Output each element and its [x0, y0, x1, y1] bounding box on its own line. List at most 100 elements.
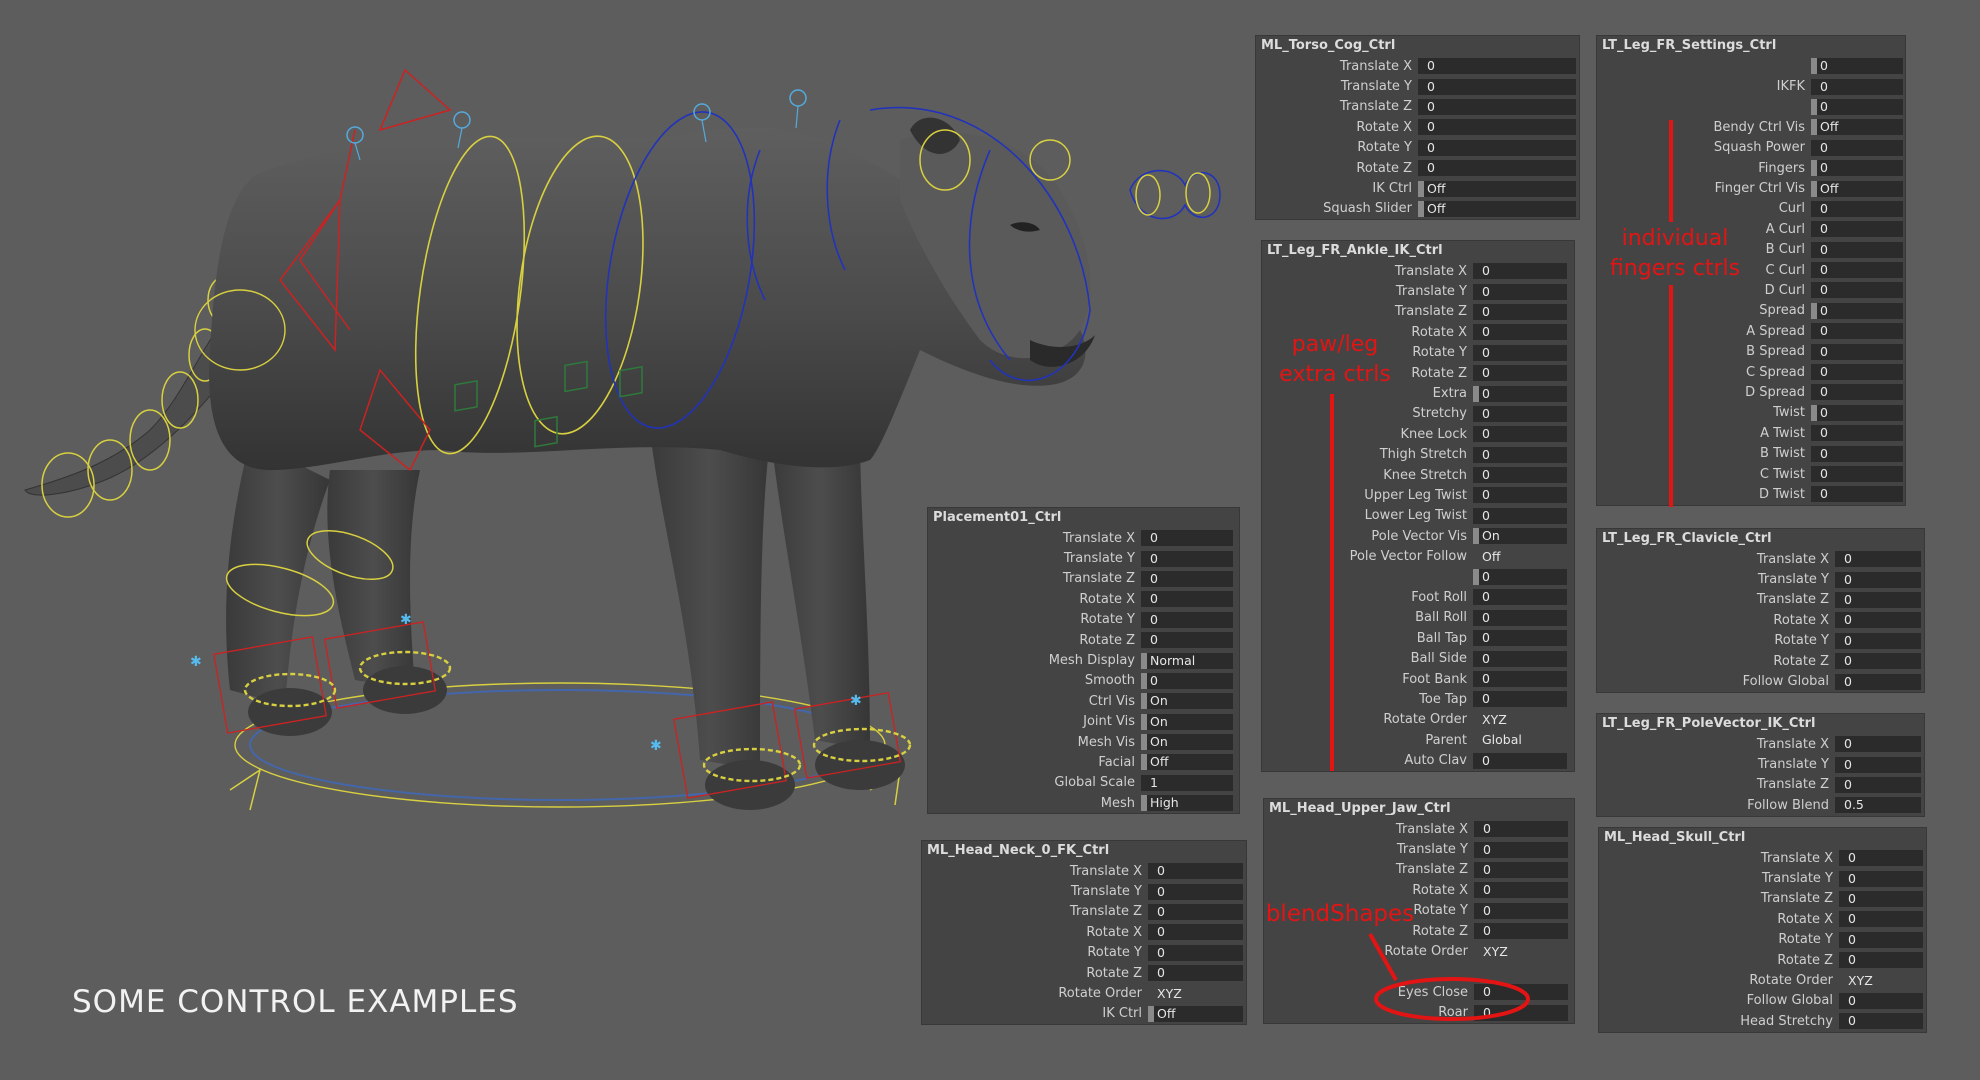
- channel-row[interactable]: Ball Roll 0: [1262, 608, 1574, 628]
- channel-row[interactable]: Translate Z 0: [1264, 860, 1574, 880]
- channel-row[interactable]: Toe Tap 0: [1262, 689, 1574, 709]
- channel-row[interactable]: 0: [1262, 567, 1574, 587]
- channel-value-field[interactable]: 0: [1811, 466, 1903, 482]
- channel-row[interactable]: Rotate Order XYZ: [1262, 710, 1574, 730]
- channel-value-field[interactable]: Off: [1141, 754, 1233, 771]
- channel-row[interactable]: Squash Power 0: [1597, 138, 1905, 158]
- channel-row[interactable]: C Twist 0: [1597, 464, 1905, 484]
- channel-row[interactable]: Translate Y 0: [922, 881, 1246, 901]
- channel-row[interactable]: Rotate Z 0: [928, 630, 1239, 650]
- channel-row[interactable]: Translate X 0: [1264, 819, 1574, 839]
- channel-value-field[interactable]: 0: [1811, 98, 1903, 115]
- channel-row[interactable]: Rotate Y 0: [1599, 930, 1926, 950]
- channel-row[interactable]: Rotate Z 0: [1597, 651, 1924, 671]
- channel-row[interactable]: Rotate Z 0: [1599, 950, 1926, 970]
- channel-value-field[interactable]: 0: [1418, 78, 1576, 95]
- channel-row[interactable]: Rotate X 0: [1597, 610, 1924, 630]
- channel-value-field[interactable]: 0: [1835, 612, 1921, 629]
- channel-row[interactable]: D Spread 0: [1597, 382, 1905, 402]
- channel-row[interactable]: Thigh Stretch 0: [1262, 445, 1574, 465]
- channel-row[interactable]: Head Stretchy 0: [1599, 1011, 1926, 1031]
- channel-value-field[interactable]: 0: [1148, 883, 1243, 900]
- channel-value-field[interactable]: Off: [1473, 548, 1567, 565]
- channel-row[interactable]: Translate Y 0: [1262, 281, 1574, 301]
- channel-value-field[interactable]: Normal: [1141, 652, 1233, 669]
- channel-value-field[interactable]: 0: [1811, 241, 1903, 258]
- channel-value-field[interactable]: 0: [1811, 486, 1903, 503]
- channel-row[interactable]: Translate Z 0: [1262, 302, 1574, 322]
- channel-value-field[interactable]: 0: [1474, 841, 1568, 858]
- channel-value-field[interactable]: 0: [1811, 425, 1903, 442]
- channel-row[interactable]: Translate X 0: [1256, 56, 1579, 76]
- channel-value-field[interactable]: 0: [1148, 944, 1243, 961]
- channel-row[interactable]: Ball Side 0: [1262, 648, 1574, 668]
- channel-row[interactable]: Rotate X 0: [928, 589, 1239, 609]
- channel-value-field[interactable]: 0: [1418, 119, 1576, 136]
- channel-value-field[interactable]: 0: [1141, 591, 1233, 608]
- channel-row[interactable]: Translate Y 0: [1597, 754, 1924, 774]
- channel-value-field[interactable]: 0: [1473, 303, 1567, 320]
- channel-value-field[interactable]: 0: [1473, 446, 1567, 463]
- channel-value-field[interactable]: 0: [1474, 882, 1568, 899]
- channel-value-field[interactable]: 0: [1473, 385, 1567, 402]
- channel-value-field[interactable]: 0: [1473, 365, 1567, 382]
- channel-row[interactable]: Rotate Z 0: [922, 963, 1246, 983]
- channel-row[interactable]: Rotate Z 0: [1256, 158, 1579, 178]
- channel-value-field[interactable]: XYZ: [1473, 711, 1567, 728]
- channel-row[interactable]: Translate X 0: [1262, 261, 1574, 281]
- channel-value-field[interactable]: On: [1141, 713, 1233, 730]
- channel-row[interactable]: Curl 0: [1597, 199, 1905, 219]
- channel-value-field[interactable]: 0: [1835, 591, 1921, 608]
- eye-aim-control[interactable]: [1129, 169, 1221, 220]
- placement-ground-ring[interactable]: [229, 682, 901, 811]
- channel-value-field[interactable]: 0: [1839, 850, 1923, 867]
- channel-row[interactable]: A Twist 0: [1597, 423, 1905, 443]
- channel-row[interactable]: Rotate Y 0: [1597, 631, 1924, 651]
- channel-row[interactable]: Rotate X 0: [1599, 909, 1926, 929]
- channel-value-field[interactable]: 0: [1835, 756, 1921, 773]
- channel-row[interactable]: Rotate Y 0: [928, 610, 1239, 630]
- channel-value-field[interactable]: 0: [1418, 139, 1576, 156]
- channel-value-field[interactable]: On: [1141, 734, 1233, 751]
- channel-value-field[interactable]: Off: [1811, 180, 1903, 197]
- channel-row[interactable]: Lower Leg Twist 0: [1262, 506, 1574, 526]
- channel-row[interactable]: Stretchy 0: [1262, 404, 1574, 424]
- channel-value-field[interactable]: 0: [1473, 671, 1567, 687]
- channel-row[interactable]: Rotate Y 0: [1256, 138, 1579, 158]
- channel-value-field[interactable]: 0: [1811, 139, 1903, 156]
- channel-row[interactable]: Foot Roll 0: [1262, 587, 1574, 607]
- channel-value-field[interactable]: 0: [1141, 570, 1233, 587]
- channel-row[interactable]: Rotate X 0: [1256, 117, 1579, 137]
- channel-value-field[interactable]: 0: [1835, 653, 1921, 670]
- channel-value-field[interactable]: 1: [1141, 774, 1233, 791]
- channel-value-field[interactable]: 0: [1811, 78, 1903, 95]
- channel-value-field[interactable]: 0: [1148, 903, 1243, 920]
- channel-value-field[interactable]: 0: [1473, 283, 1567, 300]
- channel-row[interactable]: Translate Z 0: [928, 569, 1239, 589]
- channel-row[interactable]: Translate Y 0: [1597, 569, 1924, 589]
- channel-value-field[interactable]: 0: [1835, 632, 1921, 649]
- channel-row[interactable]: Follow Global 0: [1597, 671, 1924, 691]
- channel-value-field[interactable]: 0: [1473, 487, 1567, 504]
- channel-row[interactable]: Translate Z 0: [1597, 590, 1924, 610]
- channel-value-field[interactable]: 0: [1811, 404, 1903, 421]
- channel-row[interactable]: Translate Z 0: [922, 902, 1246, 922]
- channel-row[interactable]: A Spread 0: [1597, 321, 1905, 341]
- channel-row[interactable]: Rotate X 0: [1264, 880, 1574, 900]
- channel-row[interactable]: Translate Y 0: [1256, 76, 1579, 96]
- channel-value-field[interactable]: 0: [1473, 691, 1567, 708]
- channel-row[interactable]: Facial Off: [928, 752, 1239, 772]
- channel-row[interactable]: Auto Clav 0: [1262, 750, 1574, 770]
- channel-row[interactable]: Translate Y 0: [1599, 868, 1926, 888]
- channel-row[interactable]: Finger Ctrl Vis Off: [1597, 178, 1905, 198]
- channel-value-field[interactable]: 0: [1148, 863, 1243, 880]
- channel-value-field[interactable]: 0: [1811, 302, 1903, 319]
- channel-value-field[interactable]: 0: [1473, 467, 1567, 484]
- channel-value-field[interactable]: 0: [1473, 589, 1567, 606]
- channel-value-field[interactable]: On: [1141, 693, 1233, 710]
- channel-value-field[interactable]: Off: [1418, 180, 1576, 197]
- channel-row[interactable]: Knee Stretch 0: [1262, 465, 1574, 485]
- channel-value-field[interactable]: 0: [1474, 821, 1568, 838]
- channel-value-field[interactable]: 0: [1811, 364, 1903, 381]
- channel-row[interactable]: Translate Z 0: [1599, 889, 1926, 909]
